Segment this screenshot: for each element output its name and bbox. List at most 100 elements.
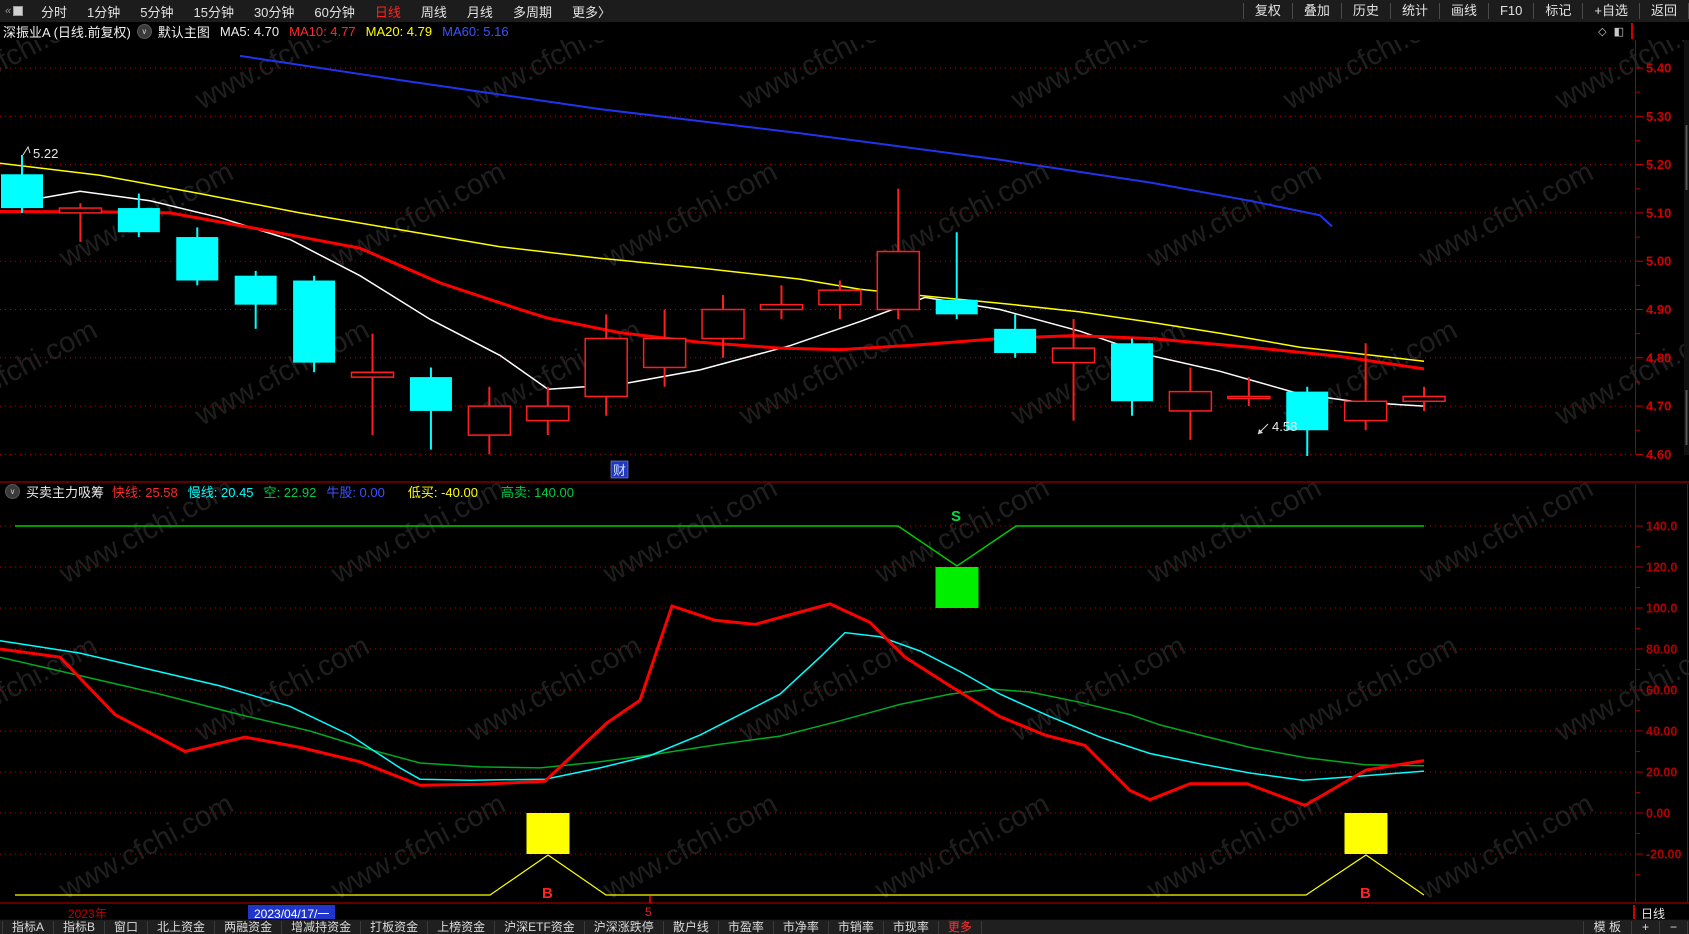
- indicator-shortcut[interactable]: 市现率: [884, 920, 939, 934]
- template-button[interactable]: 模 板: [1582, 920, 1631, 934]
- period-tab[interactable]: 日线: [365, 2, 411, 21]
- period-divider: [1633, 905, 1635, 919]
- indicator-shortcut[interactable]: 散户线: [664, 920, 719, 934]
- period-tab[interactable]: 月线: [457, 2, 503, 21]
- period-tab[interactable]: 周线: [411, 2, 457, 21]
- infobar-icons: ◇ ◧: [1598, 23, 1689, 39]
- toolbar-button[interactable]: 复权: [1242, 3, 1292, 19]
- period-tab[interactable]: 60分钟: [304, 2, 364, 21]
- watermark: www.cfchi.com: [1005, 40, 1190, 117]
- watermark: www.cfchi.com: [733, 314, 918, 433]
- ma-readout: MA10: 4.77: [289, 23, 356, 39]
- indicator-shortcut[interactable]: 市净率: [774, 920, 829, 934]
- indicator-shortcut[interactable]: 增减持资金: [282, 920, 362, 934]
- indicator-shortcut[interactable]: 指标B: [54, 920, 106, 934]
- candle-up: [759, 303, 804, 311]
- signal-box-S: [935, 567, 979, 608]
- period-tab[interactable]: 多周期: [503, 2, 562, 21]
- toolbar-button[interactable]: 标记: [1533, 3, 1582, 19]
- candle-up: [701, 308, 745, 340]
- candle-down: [176, 237, 219, 281]
- toolbar-right-buttons: 复权 叠加 历史 统计 画线 F10 标记 +自选 返回: [1242, 0, 1689, 22]
- period-tab[interactable]: 5分钟: [130, 2, 183, 21]
- y-axis-label: 5.00: [1646, 254, 1671, 269]
- watermark: www.cfchi.com: [325, 788, 510, 905]
- candle-down: [117, 208, 160, 233]
- indicator-readout: 高卖: 140.00: [500, 485, 574, 500]
- signal-label-B: B: [542, 885, 553, 902]
- y-axis-label: 40.00: [1646, 725, 1677, 739]
- y-axis-label: 60.00: [1646, 684, 1677, 698]
- candle-up: [526, 405, 570, 422]
- template-button[interactable]: −: [1658, 920, 1688, 934]
- indicator-shortcut[interactable]: 上榜资金: [428, 920, 496, 934]
- candle-up: [467, 405, 512, 436]
- indicator-line-慢线: [0, 631, 1425, 781]
- signal-label-S: S: [951, 508, 961, 525]
- y-axis-label: 4.60: [1646, 447, 1671, 462]
- y-axis-label: -20.00: [1646, 848, 1681, 862]
- indicator-shortcut[interactable]: 北上资金: [148, 920, 216, 934]
- ma-readout: MA60: 5.16: [442, 23, 509, 39]
- watermark: www.cfchi.com: [189, 40, 374, 117]
- template-button[interactable]: +: [1630, 920, 1659, 934]
- more-button[interactable]: 更多: [939, 920, 982, 934]
- candle-up: [1227, 395, 1271, 400]
- watermark: www.cfchi.com: [189, 630, 374, 749]
- watermark: www.cfchi.com: [597, 472, 782, 591]
- indicator-shortcut[interactable]: 打板资金: [361, 920, 429, 934]
- candle-down: [1110, 343, 1153, 402]
- toolbar-button[interactable]: 统计: [1389, 3, 1439, 19]
- indicator-shortcut[interactable]: 沪深ETF资金: [495, 920, 585, 934]
- bottom-toolbar: 指标A 指标B 窗口 北上资金 两融资金 增减持资金 打板资金 上榜资金 沪深ETF资金 沪深涨跌…: [0, 919, 1689, 934]
- indicator-values: 快线: 25.58 慢线: 20.45 空: 22.92 牛股: 0.00 低买: -4…: [112, 482, 584, 501]
- indicator-shortcut[interactable]: 两融资金: [215, 920, 283, 934]
- watermark: www.cfchi.com: [0, 40, 103, 117]
- candle-down: [935, 299, 978, 315]
- chevron-down-icon[interactable]: ∨: [5, 484, 20, 499]
- y-axis-label: 0.00: [1646, 807, 1670, 821]
- indicator-readout: 空: 22.92: [263, 485, 317, 500]
- signal-label-B: B: [1360, 885, 1371, 902]
- ma-readout: MA20: 4.79: [365, 23, 433, 39]
- y-axis-label: 4.90: [1646, 302, 1671, 317]
- indicator-shortcut[interactable]: 窗口: [105, 920, 149, 934]
- chart-canvas[interactable]: www.cfchi.com www.cfchi.com www.cfchi.com w…: [0, 0, 1689, 907]
- period-tab[interactable]: 1分钟: [77, 2, 130, 21]
- month-tick-label: 5: [645, 905, 652, 919]
- indicator-shortcut[interactable]: 市盈率: [719, 920, 774, 934]
- signal-box-B: [526, 813, 570, 854]
- watermark: www.cfchi.com: [189, 314, 374, 433]
- candle-down: [293, 280, 336, 363]
- indicator-readout: 低买: -40.00: [407, 485, 478, 500]
- indicator-shortcut[interactable]: 沪深涨跌停: [585, 920, 664, 934]
- toolbar-button[interactable]: +自选: [1582, 3, 1639, 19]
- period-tab[interactable]: 15分钟: [183, 2, 243, 21]
- toolbar-button[interactable]: 叠加: [1291, 3, 1341, 19]
- app-window-icon[interactable]: «: [5, 5, 23, 17]
- watermark: www.cfchi.com: [597, 788, 782, 905]
- period-tab[interactable]: 更多〉: [562, 2, 621, 21]
- overlay-label: 默认主图: [157, 24, 210, 40]
- toolbar-button[interactable]: F10: [1487, 3, 1533, 19]
- indicator-readout: 慢线: 20.45: [187, 485, 254, 500]
- indicator-header: ∨ 买卖主力吸筹 快线: 25.58 慢线: 20.45 空: 22.92 牛股: 0…: [0, 482, 584, 501]
- indicator-readout: 快线: 25.58: [112, 485, 178, 500]
- toolbar-button[interactable]: 历史: [1340, 3, 1390, 19]
- watermark: www.cfchi.com: [1413, 472, 1598, 591]
- candle-up: [350, 371, 395, 378]
- period-tab[interactable]: 30分钟: [244, 2, 304, 21]
- diamond-icon[interactable]: ◇: [1598, 25, 1606, 38]
- toolbar-button[interactable]: 返回: [1638, 3, 1689, 19]
- chart-area[interactable]: www.cfchi.com www.cfchi.com www.cfchi.com w…: [0, 0, 1689, 907]
- indicator-shortcut[interactable]: 市销率: [829, 920, 884, 934]
- watermark: www.cfchi.com: [1413, 788, 1598, 905]
- y-axis-label: 80.00: [1646, 643, 1677, 657]
- bottom-toolbar-items: 指标A 指标B 窗口 北上资金 两融资金 增减持资金 打板资金 上榜资金 沪深ETF资金 沪深涨跌…: [0, 920, 939, 934]
- toolbar-button[interactable]: 画线: [1438, 3, 1488, 19]
- y-axis-label: 140.0: [1646, 520, 1677, 534]
- panel-icon[interactable]: ◧: [1614, 25, 1624, 38]
- period-tab[interactable]: 分时: [31, 2, 77, 21]
- chevron-down-icon[interactable]: ∨: [136, 23, 152, 39]
- indicator-shortcut[interactable]: 指标A: [2, 920, 55, 934]
